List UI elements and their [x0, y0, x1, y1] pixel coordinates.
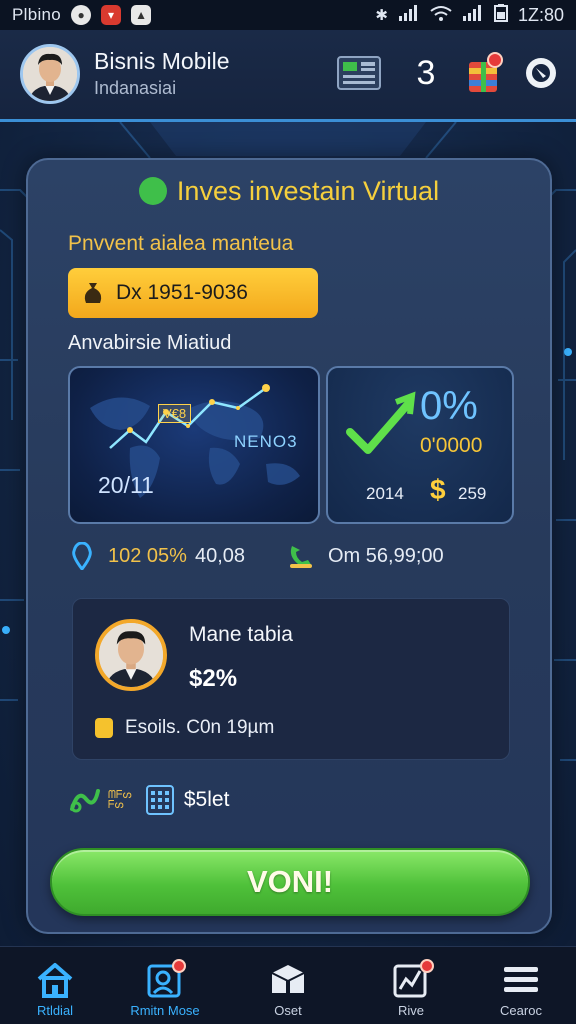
amount-value: Dx 1951-9036: [116, 281, 248, 304]
carrier-name: Plbino: [12, 5, 62, 24]
nav-home-label: Rtldial: [36, 1003, 74, 1018]
bluetooth-icon: ✱: [375, 7, 388, 24]
tile1-year: 20/11: [98, 472, 154, 498]
settings-icon: [526, 58, 556, 88]
nav-box-label: Oset: [274, 1003, 302, 1018]
growth-tile[interactable]: 0% 0'0000 2014 $ 259: [326, 366, 514, 524]
grid-calculator-icon[interactable]: [145, 785, 174, 815]
nav-chart-badge: [420, 959, 434, 973]
nav-menu-label: Cearoc: [500, 1003, 542, 1018]
link-icon[interactable]: [68, 785, 102, 815]
phone-icon: [290, 546, 312, 568]
advisor-avatar: [95, 619, 167, 691]
home-icon: [37, 963, 73, 998]
advisor-name: Mane tabia: [189, 623, 293, 646]
invest-icon: [138, 177, 167, 205]
stat-location: 102 05% 40,08: [72, 542, 245, 570]
calculator-icon: [337, 56, 381, 90]
card-title-text: Inves investain Virtual: [176, 176, 440, 206]
stats-row: 102 05% 40,08 Om 56,99;00: [72, 542, 532, 578]
tile2-percent: 0%: [420, 384, 478, 428]
battery-icon: [493, 4, 508, 26]
user-avatar[interactable]: [20, 44, 80, 104]
nav-profile-badge: [172, 959, 186, 973]
nav-box[interactable]: Oset: [233, 947, 343, 1024]
tile2-year: 2014: [366, 484, 404, 503]
advisor-info-text: Esoils. C0n 19µm: [125, 717, 275, 738]
box-icon: [271, 965, 305, 993]
money-bag-icon: [84, 283, 102, 303]
tools-mini-text: ᗰᖴᔕ ᖴᔕ: [108, 790, 132, 811]
stat-location-highlight: 102 05%: [108, 544, 187, 567]
tile2-number: 259: [458, 484, 487, 503]
stat-location-value: 40,08: [194, 544, 246, 567]
tools-row: ᗰᖴᔕ ᖴᔕ $5let: [68, 782, 229, 818]
coin-icon: [95, 718, 113, 738]
menu-icon: [504, 967, 538, 992]
stat-phone-value: Om 56,99;00: [328, 544, 444, 567]
settings-button[interactable]: [522, 52, 560, 94]
app-header: Bisnis Mobile Indanasiai 3: [0, 30, 576, 122]
status-bar: Plbino ● ▾ ▲ ✱ 1Z:80: [0, 0, 576, 30]
stat-phone: Om 56,99;00: [286, 542, 444, 570]
notification-count[interactable]: 3: [410, 52, 442, 94]
nav-home[interactable]: Rtldial: [0, 947, 110, 1024]
app-title: Bisnis Mobile: [94, 48, 230, 74]
tools-label[interactable]: $5let: [184, 788, 230, 812]
shield-icon: ▾: [101, 5, 122, 25]
calculator-button[interactable]: [336, 52, 382, 94]
dollar-icon: $: [430, 474, 446, 505]
gift-button[interactable]: [464, 52, 504, 94]
nav-menu[interactable]: Cearoc: [466, 947, 576, 1024]
nav-chart[interactable]: Rive: [356, 947, 466, 1024]
nav-profile-search[interactable]: Rmitn Mose: [110, 947, 220, 1024]
wifi-icon: [430, 5, 452, 25]
notification-icon: ▲: [131, 5, 152, 25]
gift-icon: [469, 52, 503, 92]
location-pin-icon: [72, 542, 92, 570]
app-subtitle: Indanasiai: [94, 78, 177, 98]
tools-mini-line-2: ᖴᔕ: [108, 799, 124, 811]
nav-profile-label: Rmitn Mose: [130, 1003, 200, 1018]
advisor-percent: $2%: [189, 665, 238, 692]
growth-checkmark-icon: [346, 391, 416, 454]
card-title: Inves investain Virtual: [28, 176, 550, 207]
investment-card: Inves investain Virtual Pnvvent aialea m…: [26, 158, 552, 934]
location-icon: ●: [71, 5, 92, 25]
signal-icon-2: [462, 5, 484, 25]
cta-button[interactable]: VONI!: [50, 848, 530, 916]
advisor-info: Esoils. C0n 19µm: [95, 717, 274, 739]
tile1-mini-label: V€8: [158, 404, 192, 423]
card-subtitle: Pnvvent aialea manteua: [68, 232, 294, 255]
nav-chart-label: Rive: [397, 1003, 424, 1018]
amount-display[interactable]: Dx 1951-9036: [68, 268, 318, 318]
tile1-tag: NENO3: [234, 432, 298, 451]
bottom-navigation: Rtldial Rmitn Mose Oset Rive Cearoc: [0, 946, 576, 1024]
clock-time: 1Z:80: [517, 4, 564, 25]
signal-icon: [398, 5, 420, 25]
market-map-tile[interactable]: V€8 NENO3 20/11: [68, 366, 320, 524]
advisor-panel[interactable]: Mane tabia $2% Esoils. C0n 19µm: [72, 598, 510, 760]
section-label: Anvabirsie Miatiud: [68, 332, 232, 354]
tile2-value: 0'0000: [420, 434, 483, 457]
